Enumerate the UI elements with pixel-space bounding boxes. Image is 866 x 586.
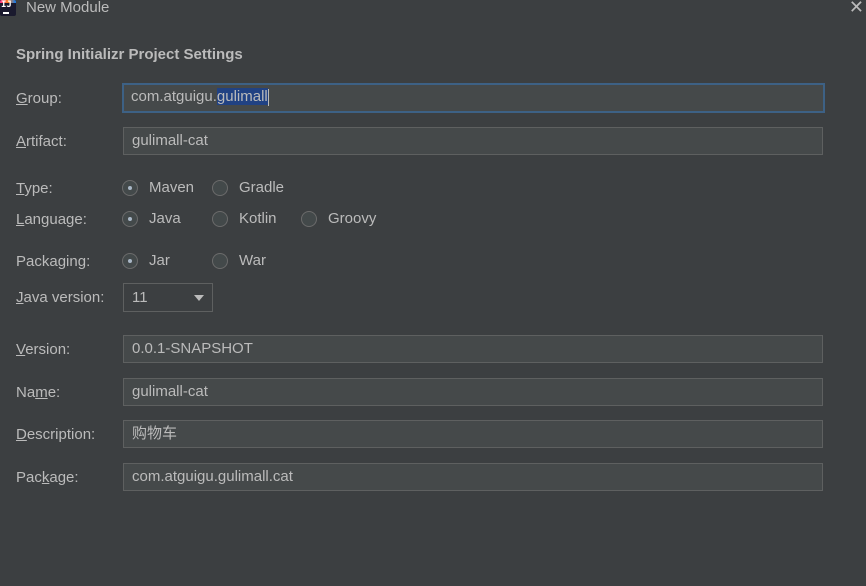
java-version-dropdown[interactable]: 11: [123, 283, 213, 312]
java-version-value: 11: [132, 289, 148, 306]
window-title: New Module: [26, 0, 110, 16]
language-label: Language:: [16, 211, 87, 228]
packaging-label: Packaging:: [16, 253, 91, 270]
name-label: Name:: [16, 384, 61, 401]
group-input[interactable]: com.atguigu.gulimall: [122, 83, 825, 113]
selected-text: gulimall: [216, 88, 268, 105]
group-label: Group:: [16, 90, 62, 107]
close-icon[interactable]: ✕: [849, 0, 864, 18]
intellij-idea-icon: IJ: [0, 0, 16, 16]
version-label: Version:: [16, 341, 71, 358]
title-bar: IJ New Module ✕: [0, 0, 866, 18]
type-label: Type:: [16, 180, 53, 197]
description-input[interactable]: 购物车: [123, 420, 823, 448]
package-input[interactable]: com.atguigu.gulimall.cat: [123, 463, 823, 491]
package-label: Package:: [16, 469, 79, 486]
java-version-label: Java version:: [16, 289, 105, 306]
artifact-input[interactable]: gulimall-cat: [123, 127, 823, 155]
name-input[interactable]: gulimall-cat: [123, 378, 823, 406]
description-label: Description:: [16, 426, 96, 443]
version-input[interactable]: 0.0.1-SNAPSHOT: [123, 335, 823, 363]
chevron-down-icon: [194, 295, 204, 301]
section-title: Spring Initializr Project Settings: [16, 46, 243, 63]
artifact-label: Artifact:: [16, 133, 67, 150]
text-caret: [267, 88, 269, 106]
